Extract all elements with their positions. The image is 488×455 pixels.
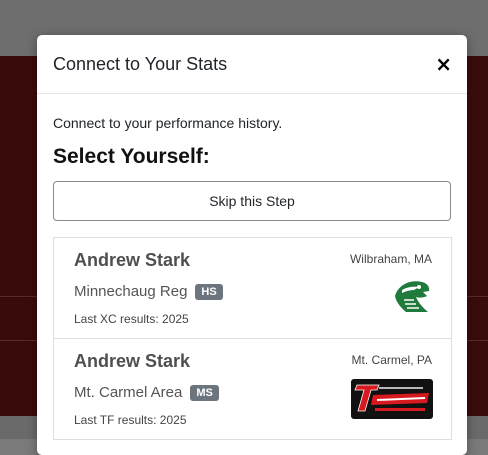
tornadoes-logo-icon [351, 379, 433, 419]
level-badge: HS [195, 283, 223, 300]
falcon-head-icon [395, 281, 430, 312]
athlete-results-list: Andrew Stark Minnechaug Reg HS Last XC r… [53, 237, 452, 440]
intro-text: Connect to your performance history. [53, 115, 283, 131]
select-yourself-heading: Select Yourself: [53, 145, 210, 168]
athlete-result-item[interactable]: Andrew Stark Minnechaug Reg HS Last XC r… [54, 238, 451, 339]
skip-step-button[interactable]: Skip this Step [53, 181, 451, 221]
school-name: Mt. Carmel Area [74, 384, 183, 401]
connect-stats-modal: Connect to Your Stats × Connect to your … [37, 35, 467, 455]
modal-title: Connect to Your Stats [53, 53, 228, 74]
last-results-text: Last XC results: 2025 [74, 312, 189, 326]
modal-header: Connect to Your Stats × [37, 35, 467, 94]
school-name: Minnechaug Reg [74, 283, 188, 300]
school-row: Minnechaug Reg HS [74, 283, 432, 300]
close-button[interactable]: × [435, 54, 452, 74]
level-badge: MS [190, 384, 219, 401]
location-text: Mt. Carmel, PA [351, 353, 432, 367]
location-text: Wilbraham, MA [349, 252, 432, 266]
athlete-result-item[interactable]: Andrew Stark Mt. Carmel Area MS Last TF … [54, 339, 451, 440]
modal-body: Connect to your performance history. Sel… [37, 115, 467, 440]
